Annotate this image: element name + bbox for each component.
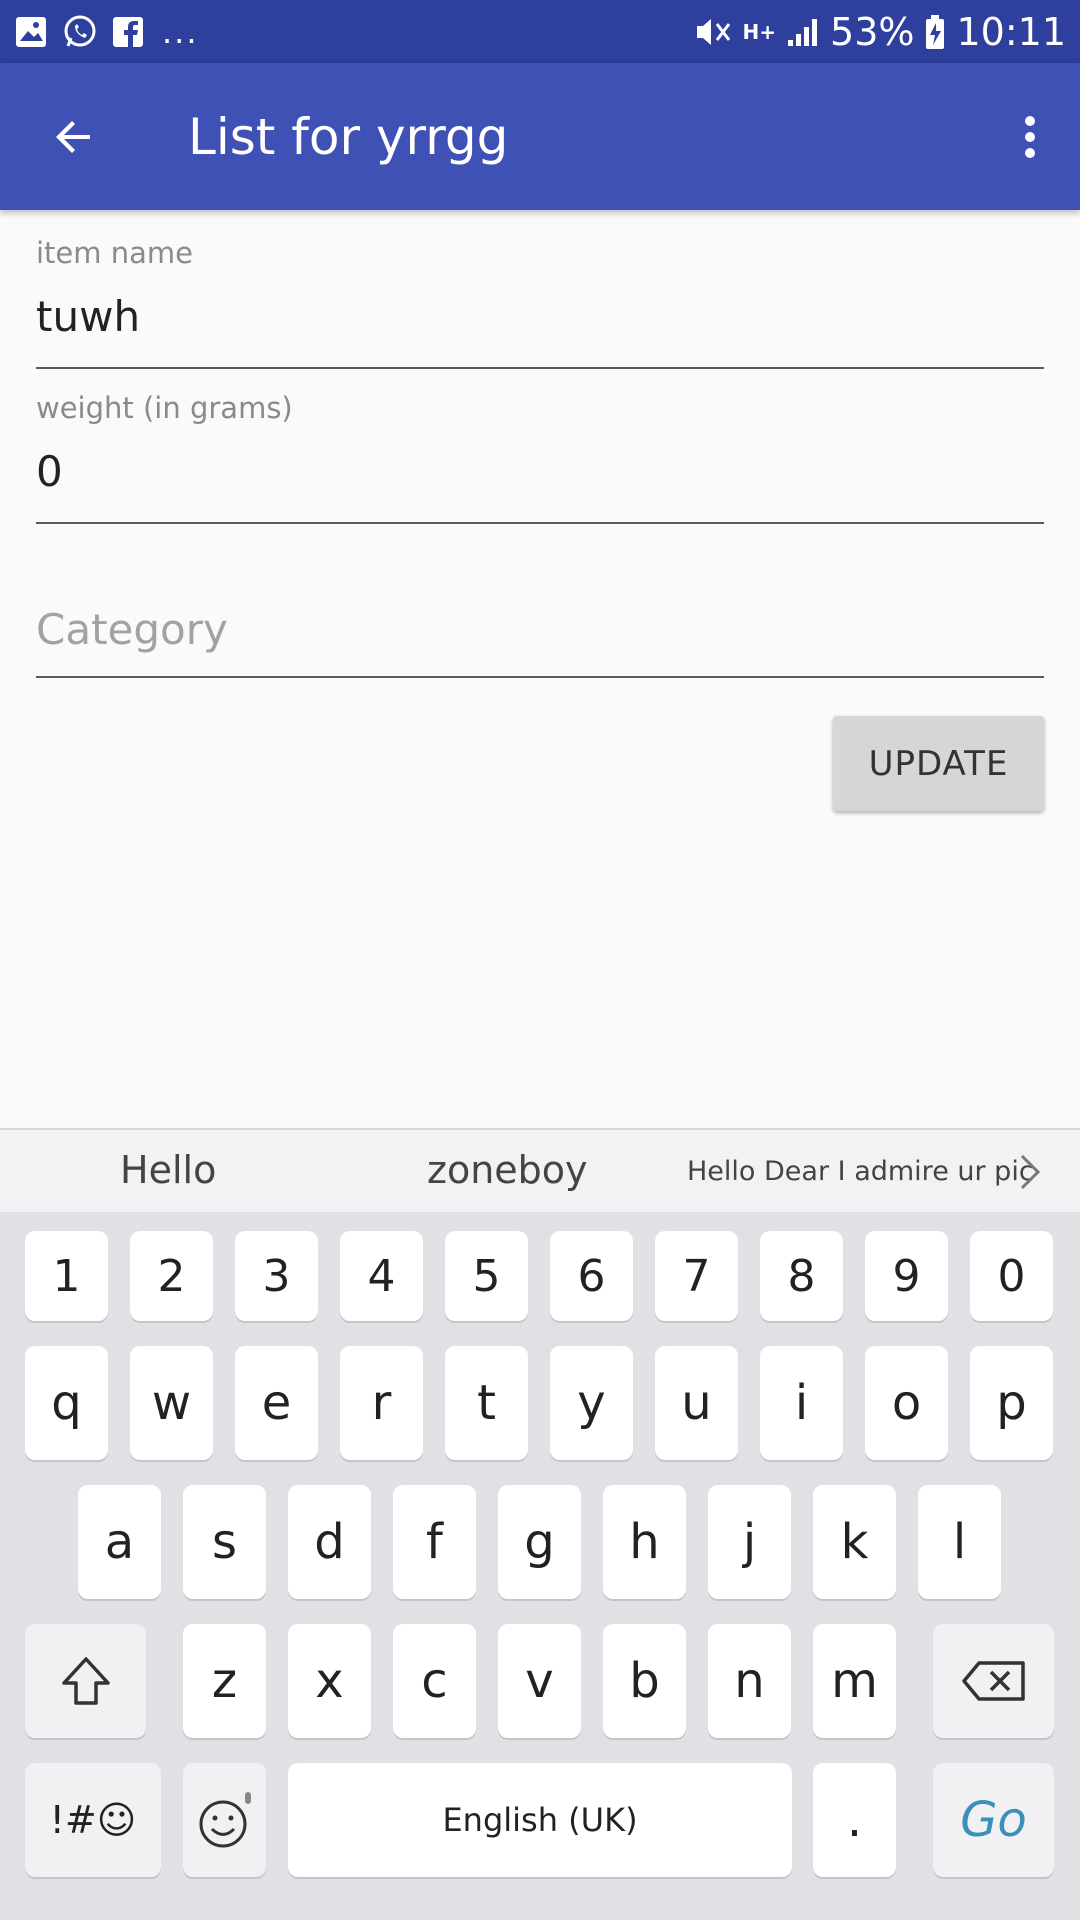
back-button[interactable] xyxy=(0,63,148,210)
key-v[interactable]: v xyxy=(498,1624,581,1738)
weight-label: weight (in grams) xyxy=(36,391,293,425)
chevron-right-icon[interactable] xyxy=(1016,1150,1046,1198)
key-j[interactable]: j xyxy=(708,1485,791,1599)
key-u[interactable]: u xyxy=(655,1346,738,1460)
category-field[interactable]: Category xyxy=(36,605,1044,679)
key-p[interactable]: p xyxy=(970,1346,1053,1460)
key-2[interactable]: 2 xyxy=(130,1231,213,1321)
key-y[interactable]: y xyxy=(550,1346,633,1460)
mute-icon xyxy=(693,14,733,50)
key-7[interactable]: 7 xyxy=(655,1231,738,1321)
key-n[interactable]: n xyxy=(708,1624,791,1738)
key-6[interactable]: 6 xyxy=(550,1231,633,1321)
key-r[interactable]: r xyxy=(340,1346,423,1460)
status-bar: ... H+ 53% 10:11 xyxy=(0,0,1080,63)
suggestion-1[interactable]: Hello xyxy=(120,1148,216,1192)
key-i[interactable]: i xyxy=(760,1346,843,1460)
back-arrow-icon xyxy=(56,120,90,153)
key-s[interactable]: s xyxy=(183,1485,266,1599)
symbols-key[interactable]: !#☺ xyxy=(25,1763,161,1877)
key-h[interactable]: h xyxy=(603,1485,686,1599)
key-d[interactable]: d xyxy=(288,1485,371,1599)
key-c[interactable]: c xyxy=(393,1624,476,1738)
key-3[interactable]: 3 xyxy=(235,1231,318,1321)
key-x[interactable]: x xyxy=(288,1624,371,1738)
network-type-icon: H+ xyxy=(742,19,777,44)
keyboard: 1 2 3 4 5 6 7 8 9 0 q w e r t y u i o p … xyxy=(0,1212,1080,1920)
key-k[interactable]: k xyxy=(813,1485,896,1599)
category-underline xyxy=(36,676,1044,678)
key-o[interactable]: o xyxy=(865,1346,948,1460)
gallery-icon xyxy=(14,15,48,49)
item-name-field[interactable]: item name tuwh xyxy=(36,236,1044,370)
notification-overflow: ... xyxy=(162,12,199,51)
key-8[interactable]: 8 xyxy=(760,1231,843,1321)
key-l[interactable]: l xyxy=(918,1485,1001,1599)
category-input[interactable]: Category xyxy=(36,605,1044,654)
weight-field[interactable]: weight (in grams) 0 xyxy=(36,391,1044,525)
battery-percent: 53% xyxy=(830,9,915,54)
signal-icon xyxy=(786,16,820,48)
key-5[interactable]: 5 xyxy=(445,1231,528,1321)
key-g[interactable]: g xyxy=(498,1485,581,1599)
whatsapp-icon xyxy=(62,14,98,50)
key-m[interactable]: m xyxy=(813,1624,896,1738)
key-a[interactable]: a xyxy=(78,1485,161,1599)
app-bar: List for yrrgg xyxy=(0,63,1080,210)
key-q[interactable]: q xyxy=(25,1346,108,1460)
item-name-input[interactable]: tuwh xyxy=(36,292,1044,341)
more-vert-icon xyxy=(1025,115,1035,158)
key-0[interactable]: 0 xyxy=(970,1231,1053,1321)
key-f[interactable]: f xyxy=(393,1485,476,1599)
period-key[interactable]: . xyxy=(813,1763,896,1877)
key-e[interactable]: e xyxy=(235,1346,318,1460)
shift-key[interactable] xyxy=(25,1624,146,1738)
emoji-icon xyxy=(199,1792,251,1848)
key-t[interactable]: t xyxy=(445,1346,528,1460)
key-9[interactable]: 9 xyxy=(865,1231,948,1321)
emoji-key[interactable] xyxy=(183,1763,266,1877)
page-title: List for yrrgg xyxy=(188,107,509,166)
item-name-label: item name xyxy=(36,236,193,270)
update-button[interactable]: UPDATE xyxy=(833,716,1044,811)
item-name-underline xyxy=(36,367,1044,369)
battery-charging-icon xyxy=(924,14,946,50)
suggestion-2[interactable]: zoneboy xyxy=(427,1148,588,1192)
key-4[interactable]: 4 xyxy=(340,1231,423,1321)
go-key[interactable]: Go xyxy=(933,1763,1054,1877)
backspace-key[interactable] xyxy=(933,1624,1054,1738)
weight-input[interactable]: 0 xyxy=(36,447,1044,496)
space-key[interactable]: English (UK) xyxy=(288,1763,792,1877)
backspace-icon xyxy=(961,1661,1025,1701)
suggestion-3[interactable]: Hello Dear I admire ur pic xyxy=(687,1156,1034,1187)
key-b[interactable]: b xyxy=(603,1624,686,1738)
weight-underline xyxy=(36,522,1044,524)
overflow-menu-button[interactable] xyxy=(980,63,1080,210)
shift-icon xyxy=(61,1657,110,1705)
facebook-icon xyxy=(112,16,144,48)
suggestion-strip: Hello zoneboy Hello Dear I admire ur pic xyxy=(0,1128,1080,1214)
key-w[interactable]: w xyxy=(130,1346,213,1460)
key-z[interactable]: z xyxy=(183,1624,266,1738)
clock: 10:11 xyxy=(956,9,1066,54)
key-1[interactable]: 1 xyxy=(25,1231,108,1321)
